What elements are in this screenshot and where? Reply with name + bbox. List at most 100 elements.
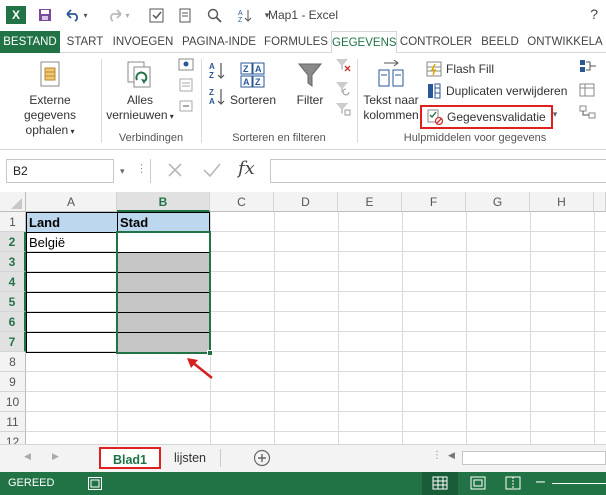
- cell-a3[interactable]: [26, 252, 118, 273]
- row-header-2[interactable]: 2: [0, 232, 26, 252]
- data-validation-dropdown-icon[interactable]: ▾: [550, 107, 560, 122]
- sheet-tab-blad1[interactable]: Blad1: [99, 447, 161, 469]
- row-header-4[interactable]: 4: [0, 272, 26, 292]
- sort-button[interactable]: ZAAZ Sorteren: [228, 57, 278, 108]
- cell-b3[interactable]: [117, 252, 210, 273]
- group-divider: [357, 59, 358, 143]
- column-header-h[interactable]: H: [530, 192, 594, 212]
- cell-a6[interactable]: [26, 312, 118, 333]
- cell-a2[interactable]: België: [26, 232, 118, 253]
- zoom-slider-track[interactable]: [552, 483, 606, 484]
- data-validation-label: Gegevensvalidatie: [447, 110, 546, 124]
- connections-icon[interactable]: [176, 57, 196, 77]
- refresh-icon: [106, 57, 174, 93]
- refresh-all-button[interactable]: Alles vernieuwen ▾: [106, 57, 174, 124]
- edit-links-icon[interactable]: [176, 98, 196, 118]
- column-header-e[interactable]: E: [338, 192, 402, 212]
- text-to-columns-button[interactable]: Tekst naar kolommen: [362, 57, 420, 123]
- tab-split-handle-icon[interactable]: ⋮: [432, 450, 442, 461]
- get-external-data-button[interactable]: Externe gegevens ophalen ▾: [2, 57, 98, 139]
- relationships-icon[interactable]: [577, 105, 599, 123]
- scroll-sheets-left-icon[interactable]: ◀: [24, 451, 31, 462]
- add-sheet-icon[interactable]: [253, 449, 271, 467]
- row-header-5[interactable]: 5: [0, 292, 26, 312]
- column-header-c[interactable]: C: [210, 192, 274, 212]
- row-header-11[interactable]: 11: [0, 412, 26, 432]
- cell-a7[interactable]: [26, 332, 118, 353]
- row-header-3[interactable]: 3: [0, 252, 26, 272]
- help-icon[interactable]: ?: [590, 6, 598, 22]
- normal-view-button[interactable]: [422, 472, 458, 495]
- scroll-sheets-right-icon[interactable]: ▶: [52, 451, 59, 462]
- cell-b5[interactable]: [117, 292, 210, 313]
- page-layout-view-icon[interactable]: [470, 476, 486, 493]
- cell-a4[interactable]: [26, 272, 118, 293]
- sort-descending-icon[interactable]: ZA: [207, 87, 227, 111]
- group-divider: [201, 59, 202, 143]
- name-box[interactable]: B2: [6, 159, 114, 183]
- page-break-view-icon[interactable]: [505, 476, 521, 493]
- column-header-a[interactable]: A: [26, 192, 117, 212]
- cell-b2[interactable]: [117, 232, 210, 253]
- tab-invoegen[interactable]: INVOEGEN: [110, 31, 176, 53]
- sheet-tab-bar: ◀ ▶ Blad1 lijsten ⋮ ◀: [0, 444, 606, 472]
- consolidate-icon[interactable]: [577, 59, 599, 77]
- cell-b6[interactable]: [117, 312, 210, 333]
- what-if-icon[interactable]: [577, 83, 599, 101]
- cell-a5[interactable]: [26, 292, 118, 313]
- cell-b1[interactable]: Stad: [117, 212, 210, 233]
- column-header-f[interactable]: F: [402, 192, 466, 212]
- scroll-left-icon[interactable]: ◀: [448, 450, 455, 461]
- tab-controleren[interactable]: CONTROLER: [398, 31, 474, 53]
- column-header-partial[interactable]: [594, 192, 606, 212]
- row-header-10[interactable]: 10: [0, 392, 26, 412]
- select-all-corner[interactable]: [0, 192, 26, 212]
- data-validation-button[interactable]: Gegevensvalidatie: [420, 105, 553, 129]
- sort-ascending-icon[interactable]: AZ: [207, 61, 227, 85]
- reapply-filter-icon[interactable]: [333, 80, 353, 100]
- sheet-tab-lijsten[interactable]: lijsten: [170, 447, 210, 469]
- tab-pagina-indeling[interactable]: PAGINA-INDE: [178, 31, 260, 53]
- svg-text:A: A: [243, 77, 250, 87]
- tab-formules[interactable]: FORMULES: [262, 31, 330, 53]
- clear-filter-icon[interactable]: [333, 57, 353, 77]
- cell-b4[interactable]: [117, 272, 210, 293]
- row-header-7[interactable]: 7: [0, 332, 26, 352]
- tab-ontwikkelaars[interactable]: ONTWIKKELA: [524, 31, 606, 53]
- advanced-filter-icon[interactable]: [333, 101, 353, 121]
- status-bar: GEREED –: [0, 472, 606, 495]
- properties-icon[interactable]: [176, 77, 196, 97]
- remove-duplicates-button[interactable]: Duplicaten verwijderen: [426, 83, 567, 99]
- row-header-9[interactable]: 9: [0, 372, 26, 392]
- row-header-1[interactable]: 1: [0, 212, 26, 232]
- cancel-entry-icon[interactable]: [166, 161, 184, 182]
- row-header-6[interactable]: 6: [0, 312, 26, 332]
- tab-bestand[interactable]: BESTAND: [0, 31, 60, 53]
- filter-label: Filter: [296, 93, 324, 107]
- insert-function-icon[interactable]: fx: [238, 158, 255, 179]
- filter-button[interactable]: Filter: [288, 57, 332, 108]
- column-header-d[interactable]: D: [274, 192, 338, 212]
- row-header-12[interactable]: 12: [0, 432, 26, 444]
- refresh-label-2: vernieuwen: [106, 108, 168, 122]
- flash-fill-label: Flash Fill: [446, 62, 495, 76]
- tab-beeld[interactable]: BEELD: [478, 31, 522, 53]
- column-header-b[interactable]: B: [117, 192, 210, 212]
- macro-record-icon[interactable]: [88, 477, 102, 490]
- ribbon-tabs: BESTAND START INVOEGEN PAGINA-INDE FORMU…: [0, 31, 606, 54]
- cell-b7[interactable]: [117, 332, 210, 353]
- confirm-entry-icon[interactable]: [202, 161, 222, 182]
- formula-input[interactable]: [270, 159, 606, 183]
- name-box-dropdown-icon[interactable]: ▾: [120, 166, 125, 177]
- flash-fill-button[interactable]: Flash Fill: [426, 61, 494, 77]
- zoom-out-icon[interactable]: –: [536, 473, 545, 491]
- column-header-g[interactable]: G: [466, 192, 530, 212]
- cell-a1[interactable]: Land: [26, 212, 118, 233]
- row-header-8[interactable]: 8: [0, 352, 26, 372]
- tab-start[interactable]: START: [62, 31, 108, 53]
- formula-bar-grip-icon[interactable]: ⋮: [136, 162, 147, 175]
- worksheet-grid: A B C D E F G H 1 2 3 4 5 6 7 8 9 10 11 …: [0, 192, 606, 444]
- horizontal-scrollbar[interactable]: [462, 451, 606, 465]
- ribbon-gegevens: Externe gegevens ophalen ▾ Alles vernieu…: [0, 53, 606, 150]
- tab-gegevens[interactable]: GEGEVENS: [331, 31, 397, 54]
